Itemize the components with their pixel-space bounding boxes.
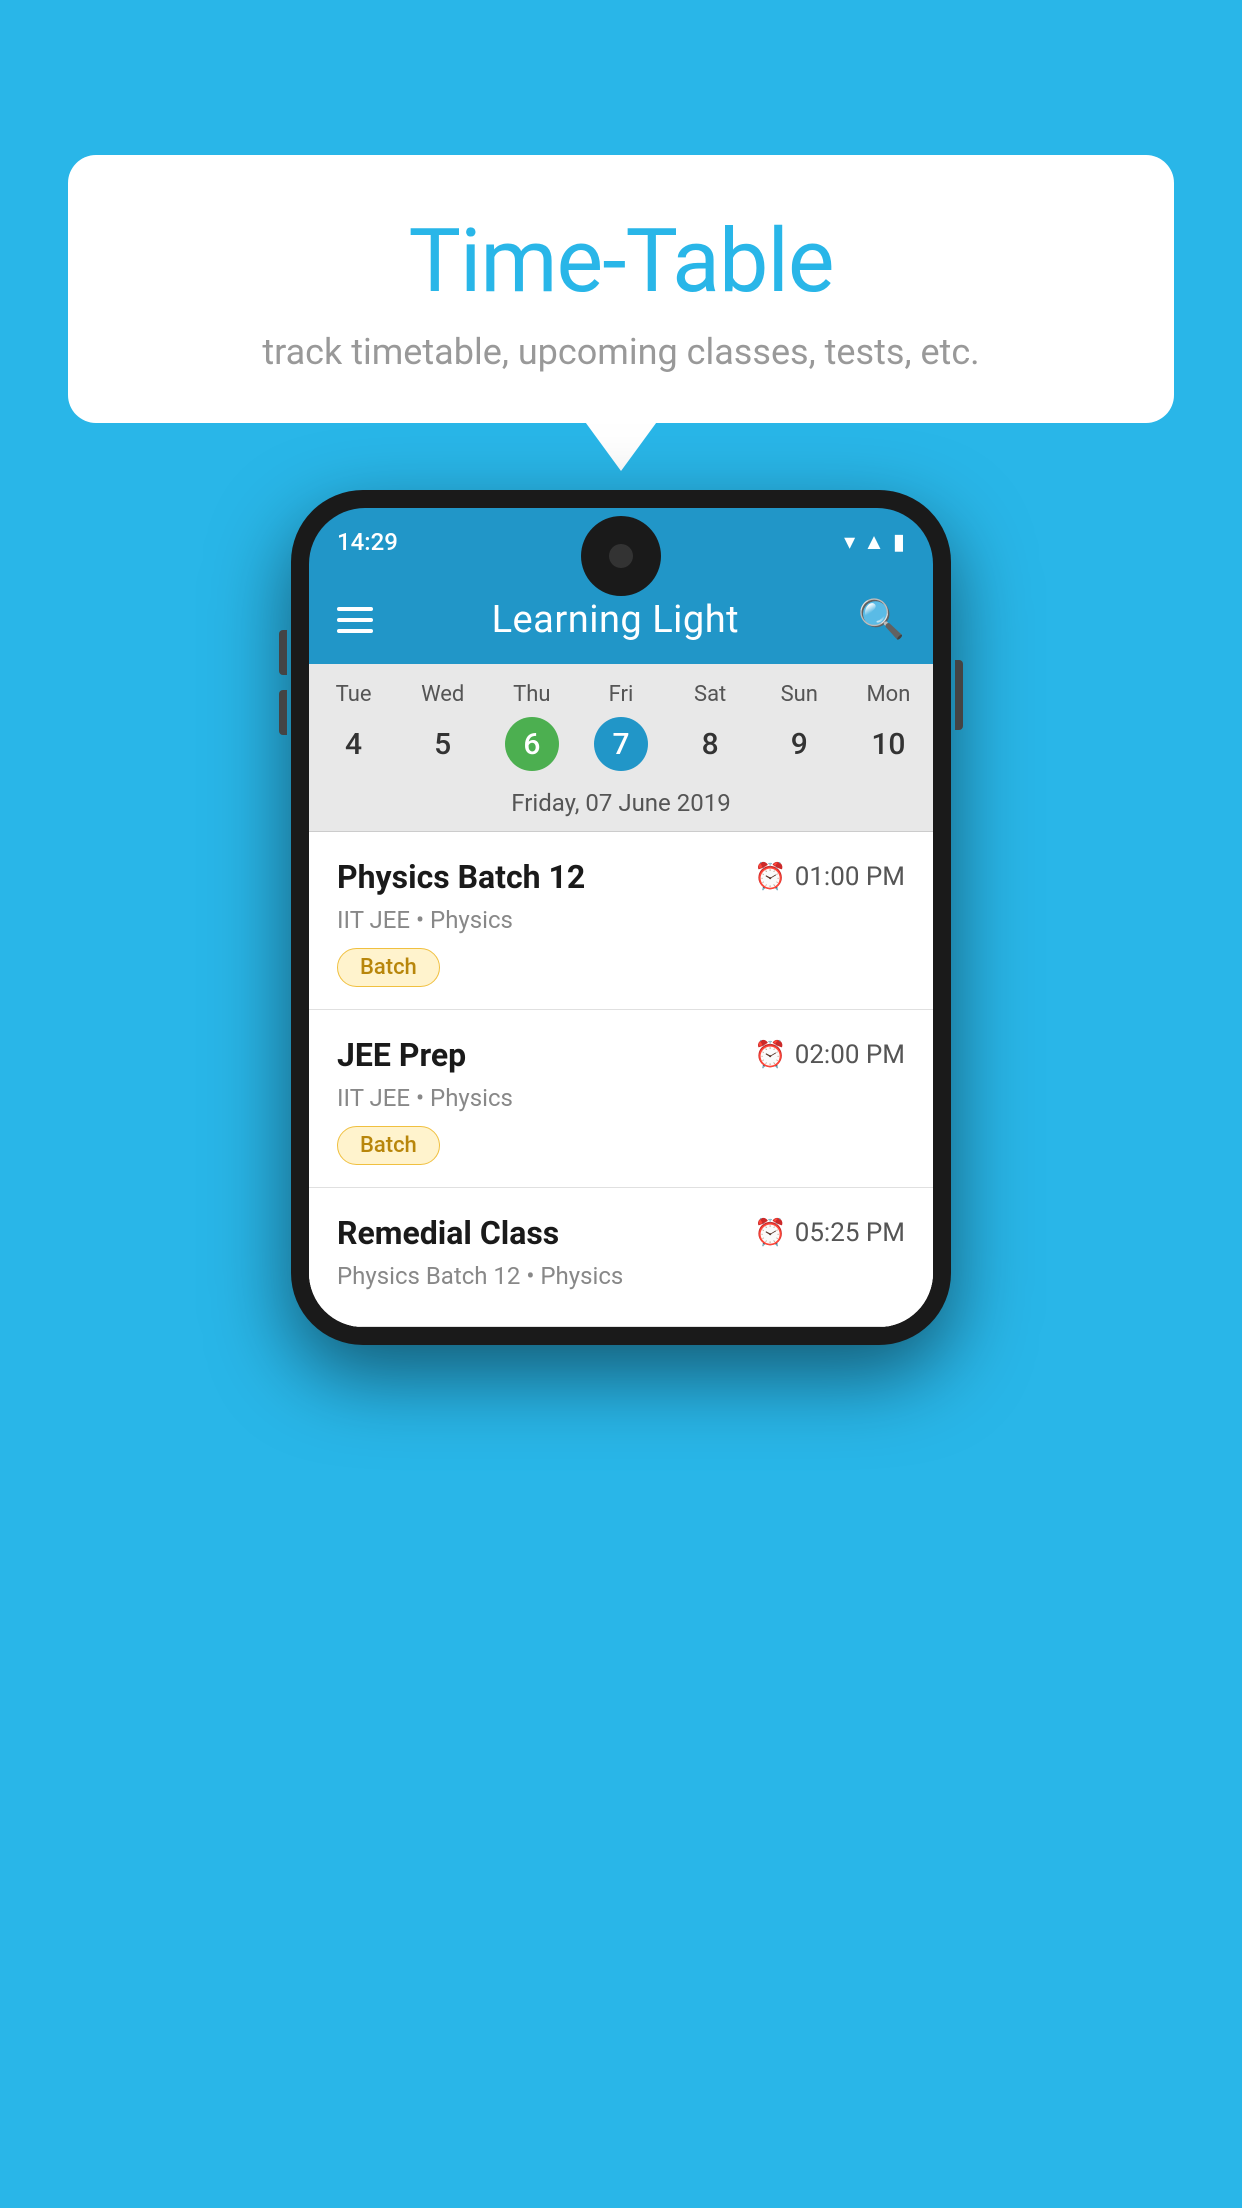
calendar-day[interactable]: Tue 4 [309, 682, 398, 775]
schedule-item-header: Remedial Class ⏰ 05:25 PM [337, 1214, 905, 1252]
schedule-list: Physics Batch 12 ⏰ 01:00 PM IIT JEE • Ph… [309, 832, 933, 1327]
clock-icon: ⏰ [754, 862, 786, 892]
wifi-icon: ▾ [844, 530, 855, 555]
calendar-day[interactable]: Mon 10 [844, 682, 933, 775]
calendar-day[interactable]: Thu 6 [487, 682, 576, 775]
schedule-item[interactable]: JEE Prep ⏰ 02:00 PM IIT JEE • Physics Ba… [309, 1010, 933, 1188]
speech-bubble-container: Time-Table track timetable, upcoming cla… [68, 155, 1174, 423]
calendar-day-num[interactable]: 4 [327, 717, 381, 771]
schedule-item-title: Physics Batch 12 [337, 858, 585, 896]
status-bar: 14:29 ▾ ▲ ▮ [309, 508, 933, 576]
schedule-item-header: JEE Prep ⏰ 02:00 PM [337, 1036, 905, 1074]
speech-bubble: Time-Table track timetable, upcoming cla… [68, 155, 1174, 423]
calendar-day-name: Thu [487, 682, 576, 707]
hamburger-line-1 [337, 607, 373, 611]
volume-button-1 [279, 630, 287, 675]
schedule-item-time: ⏰ 02:00 PM [754, 1040, 905, 1070]
calendar-day-name: Mon [844, 682, 933, 707]
app-title: Learning Light [492, 598, 740, 642]
phone-screen: Learning Light 🔍 Tue 4 Wed 5 Thu 6 Fri 7 Sat 8 Sun… [309, 576, 933, 1327]
hamburger-button[interactable] [337, 607, 373, 633]
schedule-item[interactable]: Physics Batch 12 ⏰ 01:00 PM IIT JEE • Ph… [309, 832, 933, 1010]
batch-tag: Batch [337, 1126, 440, 1165]
bubble-subtitle: track timetable, upcoming classes, tests… [128, 331, 1114, 373]
calendar-day-name: Fri [576, 682, 665, 707]
calendar-day-num[interactable]: 8 [683, 717, 737, 771]
status-time: 14:29 [337, 528, 398, 556]
schedule-item[interactable]: Remedial Class ⏰ 05:25 PM Physics Batch … [309, 1188, 933, 1327]
volume-button-2 [279, 690, 287, 735]
schedule-item-subtitle: Physics Batch 12 • Physics [337, 1262, 905, 1290]
status-icons: ▾ ▲ ▮ [844, 529, 905, 555]
calendar-day[interactable]: Wed 5 [398, 682, 487, 775]
schedule-item-title: Remedial Class [337, 1214, 559, 1252]
calendar-day-num[interactable]: 7 [594, 717, 648, 771]
calendar-day-name: Sat [666, 682, 755, 707]
hamburger-line-3 [337, 629, 373, 633]
signal-icon: ▲ [863, 529, 885, 555]
schedule-item-header: Physics Batch 12 ⏰ 01:00 PM [337, 858, 905, 896]
phone-mockup: 14:29 ▾ ▲ ▮ Learning Light 🔍 [291, 490, 951, 1345]
hamburger-line-2 [337, 618, 373, 622]
schedule-item-subtitle: IIT JEE • Physics [337, 906, 905, 934]
calendar-day-name: Wed [398, 682, 487, 707]
phone-frame: 14:29 ▾ ▲ ▮ Learning Light 🔍 [291, 490, 951, 1345]
power-button [955, 660, 963, 730]
schedule-item-time: ⏰ 01:00 PM [754, 862, 905, 892]
calendar-day-num[interactable]: 10 [861, 717, 915, 771]
calendar-day[interactable]: Fri 7 [576, 682, 665, 775]
schedule-item-subtitle: IIT JEE • Physics [337, 1084, 905, 1112]
search-button[interactable]: 🔍 [858, 598, 905, 642]
schedule-item-title: JEE Prep [337, 1036, 466, 1074]
selected-date-label: Friday, 07 June 2019 [309, 775, 933, 832]
bubble-title: Time-Table [128, 210, 1114, 313]
schedule-item-time: ⏰ 05:25 PM [754, 1218, 905, 1248]
calendar-day-num[interactable]: 5 [416, 717, 470, 771]
clock-icon: ⏰ [754, 1040, 786, 1070]
camera [609, 544, 633, 568]
batch-tag: Batch [337, 948, 440, 987]
calendar-day-name: Tue [309, 682, 398, 707]
clock-icon: ⏰ [754, 1218, 786, 1248]
calendar-week: Tue 4 Wed 5 Thu 6 Fri 7 Sat 8 Sun 9 Mon 10 [309, 664, 933, 775]
notch [581, 516, 661, 596]
calendar-day-num[interactable]: 6 [505, 717, 559, 771]
calendar-day-name: Sun [755, 682, 844, 707]
calendar-day-num[interactable]: 9 [772, 717, 826, 771]
calendar-day[interactable]: Sat 8 [666, 682, 755, 775]
calendar-day[interactable]: Sun 9 [755, 682, 844, 775]
battery-icon: ▮ [893, 530, 905, 555]
